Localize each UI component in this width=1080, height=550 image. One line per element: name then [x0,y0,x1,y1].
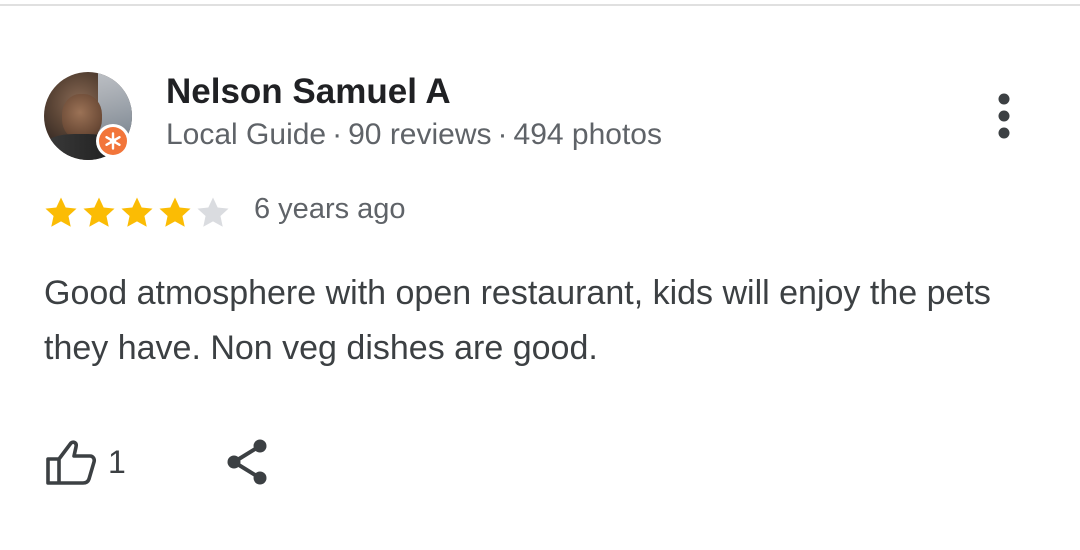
local-guide-badge [96,124,130,158]
top-divider [0,4,1080,6]
star-filled-icon [121,197,153,227]
star-filled-icon [159,197,191,227]
thumb-up-icon [46,440,97,485]
star-empty-icon [197,197,229,227]
more-options-button[interactable] [982,90,1026,142]
like-button[interactable]: 1 [44,432,126,492]
reviewer-meta: Local Guide · 90 reviews · 494 photos [166,118,662,152]
star-filled-icon [83,197,115,227]
star-rating [42,194,232,232]
share-icon [227,439,267,485]
review-text: Good atmosphere with open restaurant, ki… [44,274,991,367]
review-time: 6 years ago [254,193,406,225]
more-vertical-icon [998,93,1010,139]
meta-separator: · [332,118,343,151]
star-filled-icon [45,197,77,227]
reviewer-level: Local Guide [166,118,327,151]
share-button[interactable] [220,434,274,490]
reviewer-review-count: 90 reviews [348,118,492,151]
like-count: 1 [108,443,126,480]
reviewer-photo-count: 494 photos [513,118,662,151]
reviewer-name[interactable]: Nelson Samuel A [166,72,451,112]
local-guide-star-icon [99,127,127,155]
meta-separator: · [497,118,508,151]
